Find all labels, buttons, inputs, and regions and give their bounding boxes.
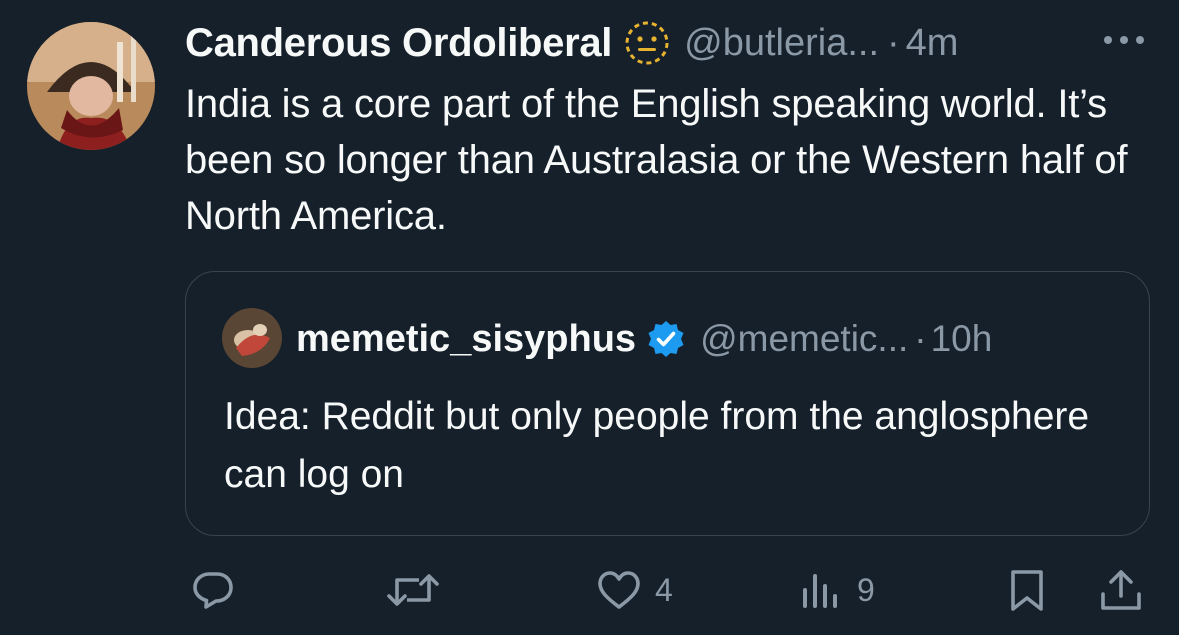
retweet-icon <box>387 574 439 606</box>
tweet-text: India is a core part of the English spea… <box>185 82 1128 238</box>
like-button[interactable]: 4 <box>595 562 673 618</box>
reply-icon <box>193 572 233 609</box>
more-options-icon[interactable] <box>1100 30 1148 60</box>
author-handle[interactable]: @butleria... <box>684 22 879 65</box>
quoted-author-avatar <box>222 308 282 368</box>
share-button[interactable] <box>1097 562 1145 618</box>
author-avatar[interactable] <box>27 22 155 150</box>
neutral-face-emoji-icon <box>624 20 670 66</box>
quoted-author-display-name[interactable]: memetic_sisyphus <box>296 318 636 361</box>
quoted-author-handle[interactable]: @memetic... <box>700 318 908 360</box>
tweet-timestamp[interactable]: 4m <box>906 22 959 65</box>
like-count: 4 <box>655 571 673 608</box>
tweet-card[interactable]: Canderous Ordoliberal @butleria... · 4m … <box>0 0 1179 635</box>
tweet-header: Canderous Ordoliberal @butleria... · 4m <box>185 18 1165 68</box>
share-icon <box>1101 570 1141 610</box>
quoted-tweet-text: Idea: Reddit but only people from the an… <box>224 395 1090 496</box>
reply-button[interactable] <box>189 562 237 618</box>
separator-dot: · <box>914 318 927 359</box>
avatar-image <box>27 22 155 150</box>
heart-icon <box>598 571 640 609</box>
bookmark-button[interactable] <box>1003 562 1051 618</box>
views-chart-icon <box>803 574 837 608</box>
retweet-button[interactable] <box>385 562 441 618</box>
views-button[interactable]: 9 <box>797 562 875 618</box>
tweet-action-bar: 4 9 <box>185 562 1155 618</box>
separator-dot: · <box>887 21 900 64</box>
quoted-tweet[interactable]: memetic_sisyphus @memetic... · 10h Idea:… <box>185 271 1150 536</box>
verified-badge-icon <box>646 319 686 359</box>
views-count: 9 <box>857 571 875 608</box>
quoted-tweet-timestamp[interactable]: 10h <box>931 318 993 360</box>
author-display-name[interactable]: Canderous Ordoliberal <box>185 21 612 66</box>
quoted-tweet-header: memetic_sisyphus @memetic... · 10h <box>296 314 992 364</box>
bookmark-icon <box>1011 570 1043 611</box>
